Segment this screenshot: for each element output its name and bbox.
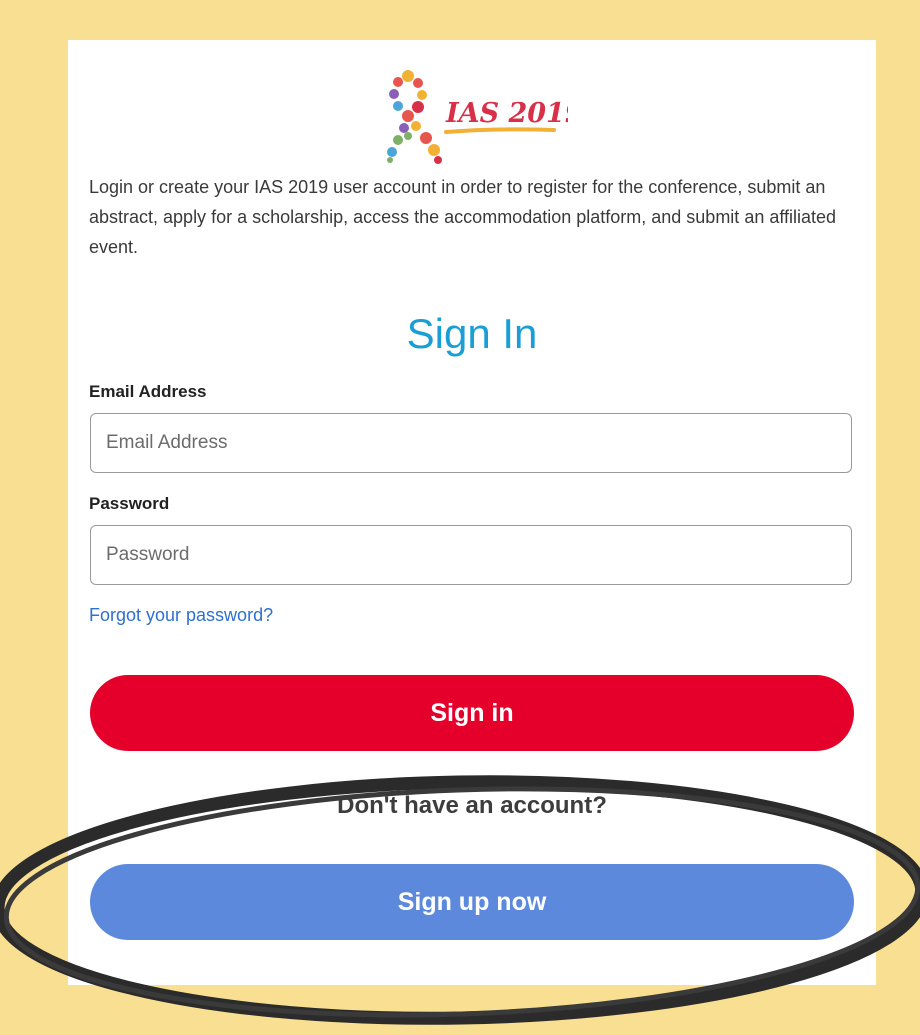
logo-underline — [444, 127, 556, 134]
sign-up-button[interactable]: Sign up now — [90, 864, 854, 940]
floral-ribbon-icon — [387, 70, 442, 164]
email-label: Email Address — [89, 382, 207, 401]
forgot-password-link[interactable]: Forgot your password? — [89, 605, 273, 626]
logo-text: IAS 2019 — [445, 98, 568, 129]
sign-in-button[interactable]: Sign in — [90, 675, 854, 751]
ias-2019-logo: IAS 2019 — [387, 70, 568, 164]
login-card: IAS 2019 Login or create your IAS 2019 u… — [68, 40, 876, 985]
password-label: Password — [89, 494, 170, 513]
intro-text: Login or create your IAS 2019 user accou… — [89, 177, 837, 257]
email-field[interactable] — [90, 413, 852, 473]
no-account-text: Don't have an account? — [337, 792, 607, 819]
page-title: Sign In — [406, 310, 538, 357]
password-field[interactable] — [90, 525, 852, 585]
